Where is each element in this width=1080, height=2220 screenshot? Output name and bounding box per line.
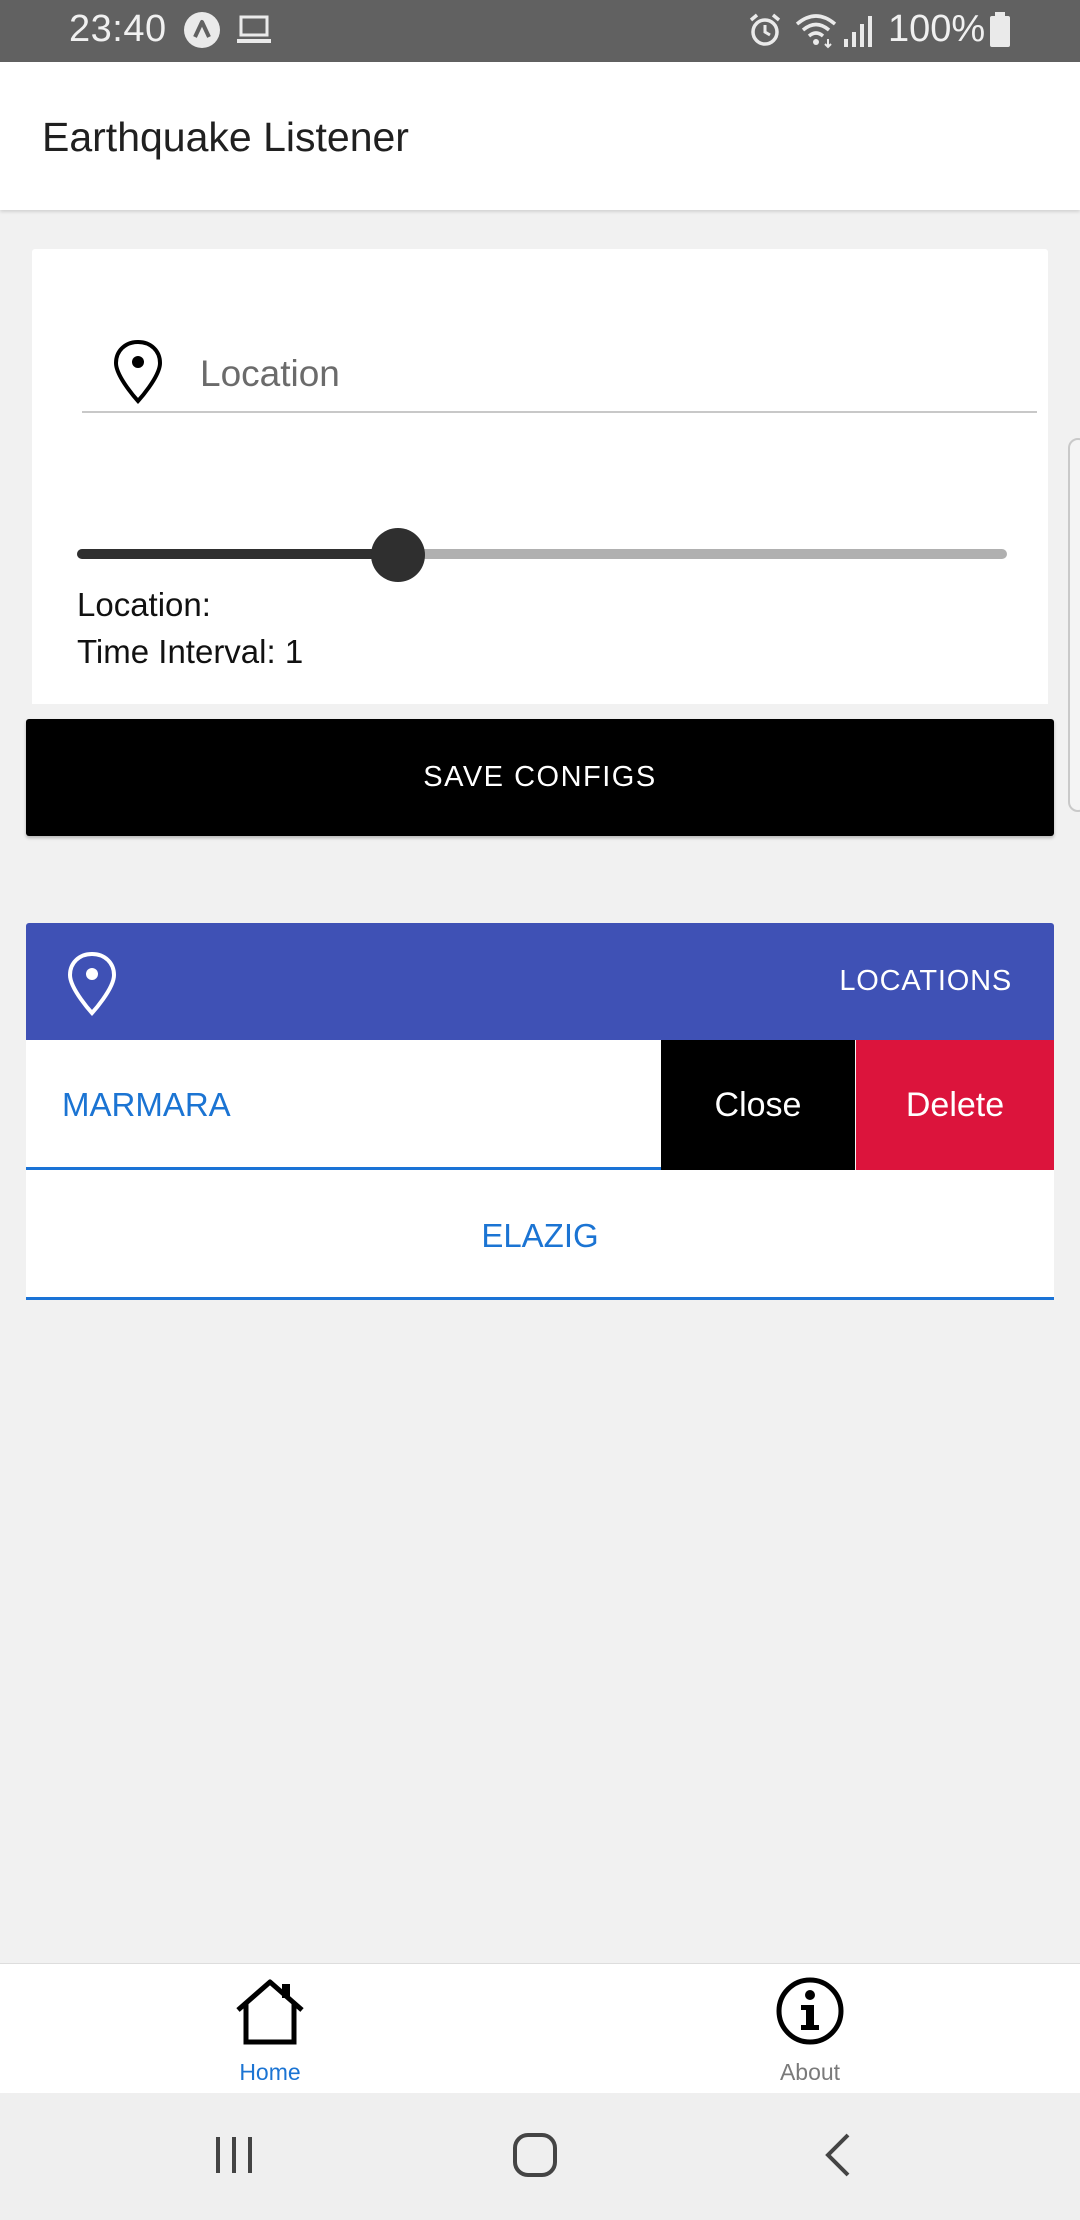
slider-thumb[interactable]: [370, 528, 425, 582]
recent-apps-icon[interactable]: [210, 2131, 258, 2184]
app-bar: Earthquake Listener: [0, 62, 1080, 210]
interval-card: Location: Time Interval: 1: [32, 444, 1048, 704]
locations-header: LOCATIONS: [26, 923, 1054, 1040]
tab-about[interactable]: About: [540, 1964, 1080, 2094]
delete-button[interactable]: Delete: [856, 1040, 1054, 1171]
status-bar: 23:40 100%: [0, 0, 1080, 62]
close-button[interactable]: Close: [661, 1040, 855, 1171]
battery-percent: 100%: [888, 8, 986, 50]
list-item[interactable]: ELAZIG: [26, 1170, 1054, 1300]
time-interval-info: Time Interval: 1: [77, 633, 304, 670]
location-field[interactable]: [82, 339, 1037, 413]
tab-about-label: About: [779, 2059, 841, 2085]
list-item-label: MARMARA: [62, 1086, 231, 1123]
signal-icon: [842, 11, 878, 54]
slider-track-fill: [77, 549, 398, 559]
time-interval-slider[interactable]: [77, 524, 1007, 584]
location-info: Location:: [77, 586, 211, 623]
bottom-tab-bar: Home About: [0, 1963, 1080, 2093]
app-title: Earthquake Listener: [42, 114, 409, 160]
tab-home[interactable]: Home: [0, 1964, 540, 2094]
save-configs-button[interactable]: SAVE CONFIGS: [26, 719, 1054, 836]
alarm-icon: [746, 11, 784, 54]
location-card: [32, 249, 1048, 449]
system-nav-bar: [0, 2093, 1080, 2220]
status-time: 23:40: [69, 8, 167, 50]
home-icon: [232, 1976, 308, 2051]
location-pin-icon: [112, 339, 164, 410]
home-nav-icon[interactable]: [511, 2131, 559, 2184]
location-pin-icon: [66, 951, 118, 1022]
list-item-label: ELAZIG: [481, 1217, 599, 1254]
expo-icon: [183, 11, 221, 54]
list-item[interactable]: MARMARA: [26, 1040, 661, 1170]
edge-panel-handle[interactable]: [1068, 438, 1080, 812]
wifi-icon: [794, 11, 838, 54]
tab-home-label: Home: [239, 2059, 301, 2085]
locations-header-label: LOCATIONS: [839, 965, 1012, 997]
location-input[interactable]: [200, 339, 1020, 409]
back-icon[interactable]: [816, 2131, 864, 2184]
battery-icon: [988, 11, 1012, 54]
laptop-icon: [235, 11, 273, 54]
info-icon: [775, 1976, 845, 2051]
